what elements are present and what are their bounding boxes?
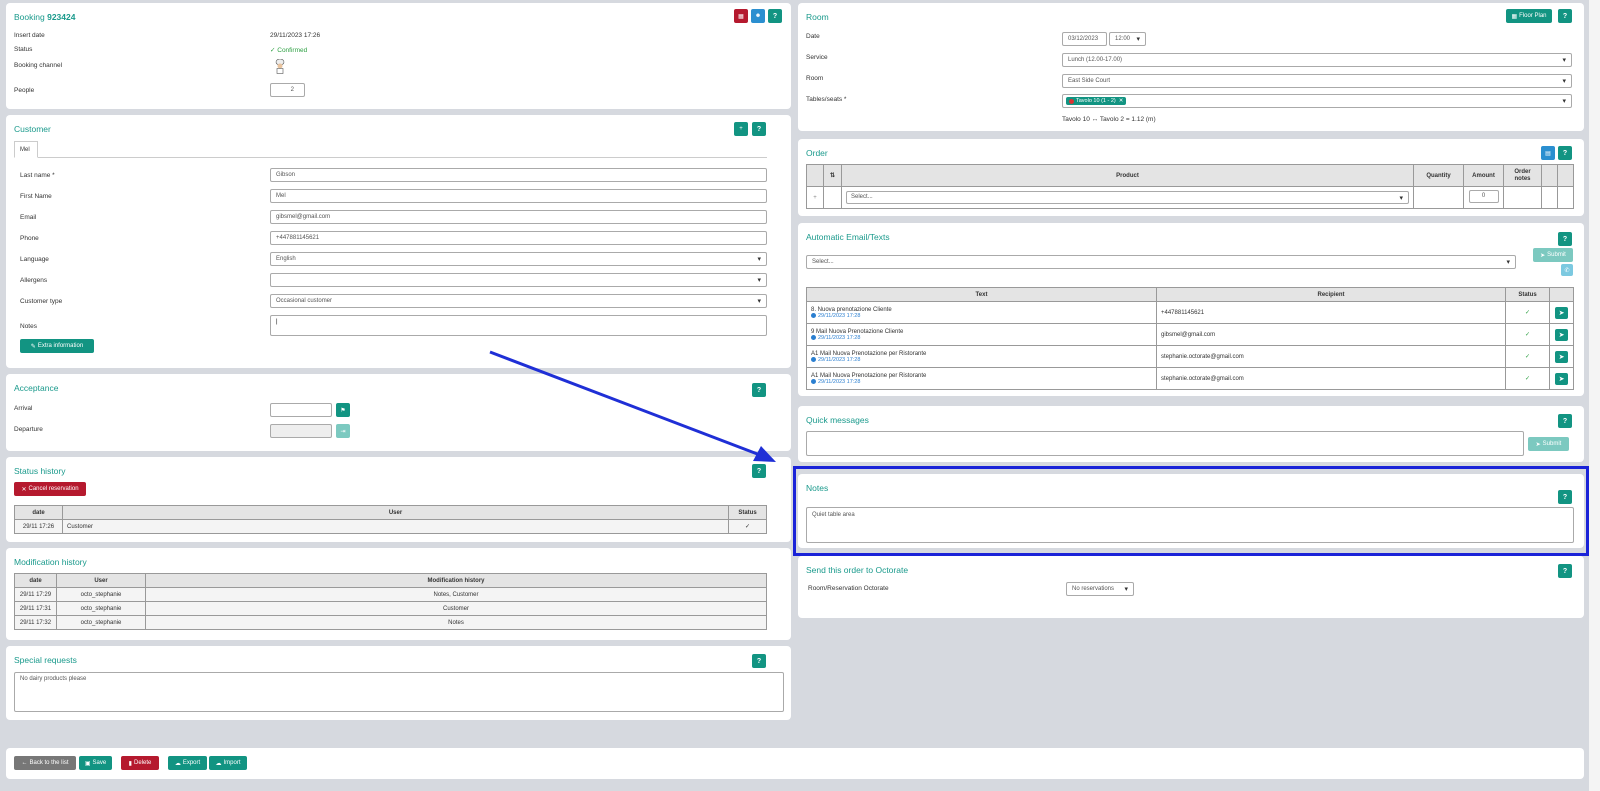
annotation-arrow	[489, 350, 776, 462]
scrollbar[interactable]	[1589, 0, 1600, 791]
